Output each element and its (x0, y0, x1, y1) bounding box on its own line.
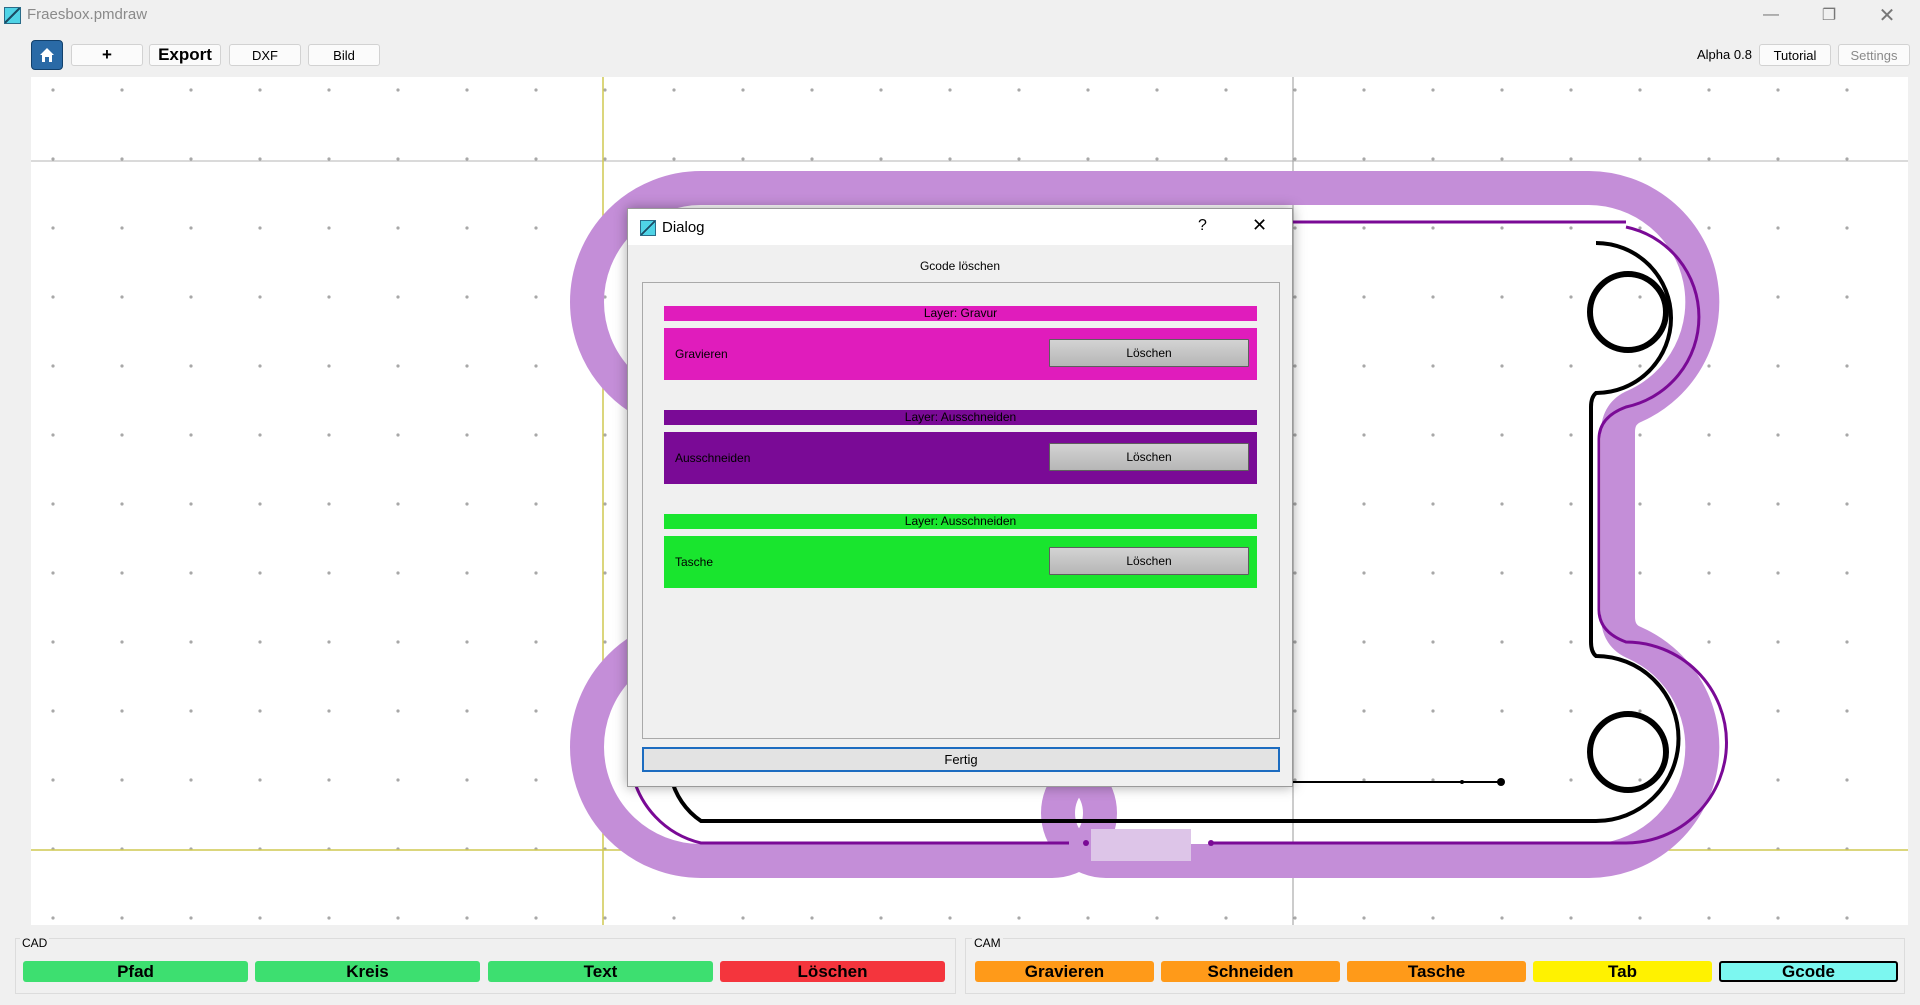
delete-gcode-button[interactable]: Löschen (1049, 547, 1249, 575)
layer-operation-name: Ausschneiden (675, 451, 751, 465)
dialog-title: Dialog (662, 219, 705, 236)
home-icon (40, 48, 54, 62)
window-title: Fraesbox.pmdraw (27, 6, 148, 23)
layer-operation-name: Gravieren (675, 347, 728, 361)
settings-button[interactable]: Settings (1838, 44, 1910, 66)
cad-group-label: CAD (20, 936, 50, 950)
help-icon[interactable]: ? (1198, 217, 1207, 235)
add-button[interactable]: + (71, 44, 143, 66)
minimize-icon[interactable]: — (1748, 0, 1794, 30)
layer-header: Layer: Ausschneiden (664, 514, 1257, 529)
tab-gap (1091, 829, 1191, 861)
tutorial-button[interactable]: Tutorial (1759, 44, 1831, 66)
app-icon (4, 7, 21, 24)
close-icon[interactable]: ✕ (1864, 0, 1910, 30)
cam-group-label: CAM (972, 936, 1003, 950)
cad-button-kreis[interactable]: Kreis (255, 961, 480, 982)
cam-button-tab[interactable]: Tab (1533, 961, 1712, 982)
close-icon[interactable]: ✕ (1252, 215, 1267, 236)
version-label: Alpha 0.8 (1697, 47, 1752, 62)
dialog-title-bar: Dialog ? ✕ (628, 209, 1292, 245)
contour-point (1497, 778, 1505, 786)
bild-button[interactable]: Bild (308, 44, 380, 66)
layer-row: Gravieren Löschen (664, 328, 1257, 380)
cam-button-gravieren[interactable]: Gravieren (975, 961, 1154, 982)
layer-header: Layer: Ausschneiden (664, 410, 1257, 425)
delete-gcode-button[interactable]: Löschen (1049, 339, 1249, 367)
contour-point (1460, 780, 1464, 784)
title-bar: Fraesbox.pmdraw — ❐ ✕ (0, 0, 1920, 30)
done-button[interactable]: Fertig (642, 747, 1280, 772)
dialog-heading: Gcode löschen (919, 259, 1001, 273)
cad-button-text[interactable]: Text (488, 961, 713, 982)
gcode-delete-dialog: Dialog ? ✕ Gcode löschen Layer: Gravur Gr… (627, 208, 1293, 787)
path-endpoint (1208, 840, 1214, 846)
cam-button-tasche[interactable]: Tasche (1347, 961, 1526, 982)
hole-bottom-right (1587, 711, 1669, 793)
layer-row: Ausschneiden Löschen (664, 432, 1257, 484)
app-icon (640, 220, 656, 236)
layer-row: Tasche Löschen (664, 536, 1257, 588)
cam-button-gcode[interactable]: Gcode (1719, 961, 1898, 982)
layer-header: Layer: Gravur (664, 306, 1257, 321)
export-button[interactable]: Export (149, 44, 221, 66)
cad-button-lschen[interactable]: Löschen (720, 961, 945, 982)
cad-button-pfad[interactable]: Pfad (23, 961, 248, 982)
dxf-button[interactable]: DXF (229, 44, 301, 66)
layer-list-panel: Layer: Gravur Gravieren Löschen Layer: Auss… (642, 282, 1280, 739)
layer-operation-name: Tasche (675, 555, 714, 569)
restore-icon[interactable]: ❐ (1806, 0, 1852, 30)
home-button[interactable] (31, 40, 63, 70)
path-endpoint (1083, 840, 1089, 846)
hole-top-right (1587, 271, 1669, 353)
cam-button-schneiden[interactable]: Schneiden (1161, 961, 1340, 982)
delete-gcode-button[interactable]: Löschen (1049, 443, 1249, 471)
